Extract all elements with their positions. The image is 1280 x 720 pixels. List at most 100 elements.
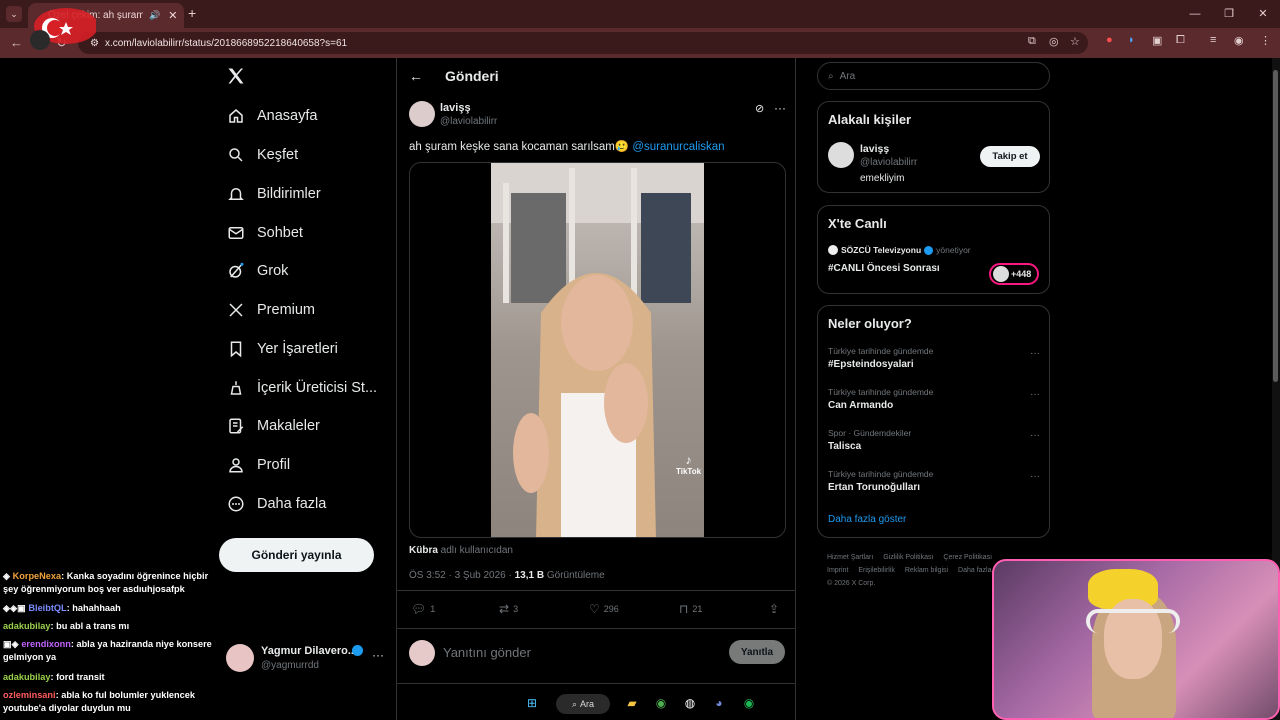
scrollbar-thumb[interactable]: [1273, 70, 1278, 382]
trend-item[interactable]: Türkiye tarihinde gündemde Can Armando ·…: [828, 387, 1040, 411]
reply-input[interactable]: Yanıtını gönder: [443, 645, 531, 660]
windows-start-icon[interactable]: ⊞: [524, 696, 540, 712]
back-button[interactable]: ←: [10, 35, 23, 50]
star-icon[interactable]: ☆: [1070, 35, 1080, 48]
chrome-icon[interactable]: ◉: [653, 696, 669, 712]
bookmark-button[interactable]: ⊓ 21: [679, 602, 702, 616]
spotify-icon[interactable]: ◉: [741, 696, 757, 712]
chat-text: : bu abl a trans mı: [50, 621, 130, 631]
view-label: Görüntüleme: [544, 570, 605, 581]
close-window-button[interactable]: ✕: [1246, 0, 1280, 28]
app-icon[interactable]: ◍: [682, 696, 698, 712]
tiktok-label: TikTok: [676, 467, 702, 476]
sidebar-item-label: Sohbet: [257, 225, 303, 241]
person-name[interactable]: lavişş: [860, 143, 889, 155]
post-time[interactable]: ÖS 3:52 · 3 Şub 2026 ·: [409, 570, 515, 581]
trend-item[interactable]: Türkiye tarihinde gündemde Ertan Torunoğ…: [828, 469, 1040, 493]
trend-item[interactable]: Spor · Gündemdekiler Talisca ···: [828, 428, 1040, 452]
x-icon: [226, 300, 246, 320]
extension-icon[interactable]: ◗: [1128, 34, 1135, 46]
puzzle-icon[interactable]: ⧠: [1176, 34, 1185, 47]
credit-user[interactable]: Kübra: [409, 545, 438, 556]
credit-text: adlı kullanıcıdan: [437, 545, 513, 556]
video-player[interactable]: ♪ TikTok ☝: [409, 162, 786, 538]
x-logo-icon[interactable]: [226, 66, 246, 86]
more-icon[interactable]: ···: [1030, 471, 1040, 482]
footer-link[interactable]: Erişilebilirlik: [858, 567, 895, 574]
close-tab-icon[interactable]: ✕: [168, 9, 177, 22]
bookmark-icon: [226, 339, 246, 359]
post-author-handle[interactable]: @laviolabilirr: [440, 116, 497, 127]
sidebar-item-more[interactable]: Daha fazla: [226, 492, 326, 516]
extension-icon[interactable]: ▣: [1152, 34, 1162, 47]
post-author-name[interactable]: lavişş: [440, 102, 471, 114]
repost-button[interactable]: ⇄ 3: [499, 602, 518, 616]
avatar[interactable]: [409, 101, 435, 127]
account-switcher[interactable]: Yagmur Dilavero... @yagmurrdd ···: [226, 642, 386, 676]
share-button[interactable]: ⇪: [769, 602, 783, 616]
grok-icon[interactable]: ⊘: [755, 102, 764, 115]
more-icon[interactable]: ···: [1030, 348, 1040, 359]
taskbar-search-label: Ara: [580, 699, 595, 709]
mention-link[interactable]: @suranurcaliskan: [632, 141, 724, 153]
reply-button[interactable]: 💬︎ 1: [411, 602, 435, 616]
taskbar-search[interactable]: ⌕ Ara: [556, 694, 610, 714]
search-input[interactable]: ⌕ Ara: [817, 62, 1050, 90]
trend-context: Türkiye tarihinde gündemde: [828, 346, 934, 356]
live-on-x-card[interactable]: X'te Canlı SÖZCÜ Televizyonu yönetiyor #…: [817, 205, 1050, 294]
sidebar-item-home[interactable]: Anasayfa: [226, 104, 317, 128]
sidebar-item-articles[interactable]: Makaleler: [226, 414, 320, 438]
footer-link[interactable]: Gizlilik Politikası: [883, 554, 933, 561]
flag-logo-icon: [30, 8, 96, 50]
avatar[interactable]: [828, 142, 854, 168]
more-icon[interactable]: ···: [1030, 430, 1040, 441]
extension-icon[interactable]: ●: [1106, 34, 1113, 46]
url-bar[interactable]: ⚙ x.com/laviolabilirr/status/20186689522…: [78, 32, 1088, 54]
sidebar-item-bookmarks[interactable]: Yer İşaretleri: [226, 337, 338, 361]
show-more-link[interactable]: Daha fazla göster: [828, 514, 906, 525]
sidebar-item-profile[interactable]: Profil: [226, 453, 290, 477]
more-icon[interactable]: ···: [774, 101, 786, 115]
reading-list-icon[interactable]: ≡: [1210, 34, 1216, 46]
trend-item[interactable]: Türkiye tarihinde gündemde #Epsteindosya…: [828, 346, 1040, 370]
footer-link[interactable]: Reklam bilgisi: [905, 567, 948, 574]
sidebar-item-grok[interactable]: Grok: [226, 259, 288, 283]
back-arrow-icon[interactable]: ←: [409, 68, 423, 84]
folder-icon[interactable]: ▰: [624, 696, 640, 712]
more-circle-icon: [226, 494, 246, 514]
more-icon[interactable]: ···: [1030, 389, 1040, 400]
menu-icon[interactable]: ⋮: [1260, 34, 1271, 47]
post-button[interactable]: Gönderi yayınla: [219, 538, 374, 572]
like-button[interactable]: ♡ 296: [589, 602, 619, 616]
card-title: Alakalı kişiler: [828, 112, 912, 127]
live-listener-count[interactable]: +448: [989, 263, 1039, 285]
bell-icon: [226, 184, 246, 204]
video-frame[interactable]: [491, 163, 704, 537]
footer-link[interactable]: Hizmet Şartları: [827, 554, 873, 561]
avatar[interactable]: ◉: [1234, 34, 1244, 47]
restore-button[interactable]: ❐: [1212, 0, 1246, 28]
footer-link[interactable]: Imprint: [827, 567, 848, 574]
sidebar-item-creator-studio[interactable]: İçerik Üreticisi St...: [226, 376, 377, 400]
sidebar-item-explore[interactable]: Keşfet: [226, 143, 298, 167]
follow-button[interactable]: Takip et: [980, 146, 1040, 167]
new-tab-button[interactable]: +: [188, 5, 196, 21]
install-icon[interactable]: ⧉: [1028, 35, 1036, 48]
sidebar-item-label: İçerik Üreticisi St...: [257, 380, 378, 396]
speaker-icon[interactable]: 🔊: [149, 10, 160, 21]
video-scene-icon: [491, 163, 704, 537]
sidebar-item-notifications[interactable]: Bildirimler: [226, 182, 321, 206]
card-title: X'te Canlı: [828, 216, 887, 231]
discord-icon[interactable]: ◕: [711, 696, 727, 712]
chat-user: adakubilay: [3, 621, 51, 631]
eye-off-icon[interactable]: ◎: [1049, 35, 1059, 48]
tab-list-button[interactable]: ⌄: [6, 6, 22, 22]
chat-message: ◈ KorpeNexa: Kanka soyadını öğrenince hi…: [3, 570, 225, 596]
footer-link[interactable]: Çerez Politikası: [943, 554, 992, 561]
minimize-button[interactable]: —: [1178, 0, 1212, 28]
person-handle[interactable]: @laviolabilirr: [860, 157, 917, 168]
chat-message: ozleminsani: abla ko ful bolumler yuklen…: [3, 689, 225, 715]
sidebar-item-premium[interactable]: Premium: [226, 298, 315, 322]
reply-submit-button[interactable]: Yanıtla: [729, 640, 785, 664]
sidebar-item-chat[interactable]: Sohbet: [226, 221, 303, 245]
